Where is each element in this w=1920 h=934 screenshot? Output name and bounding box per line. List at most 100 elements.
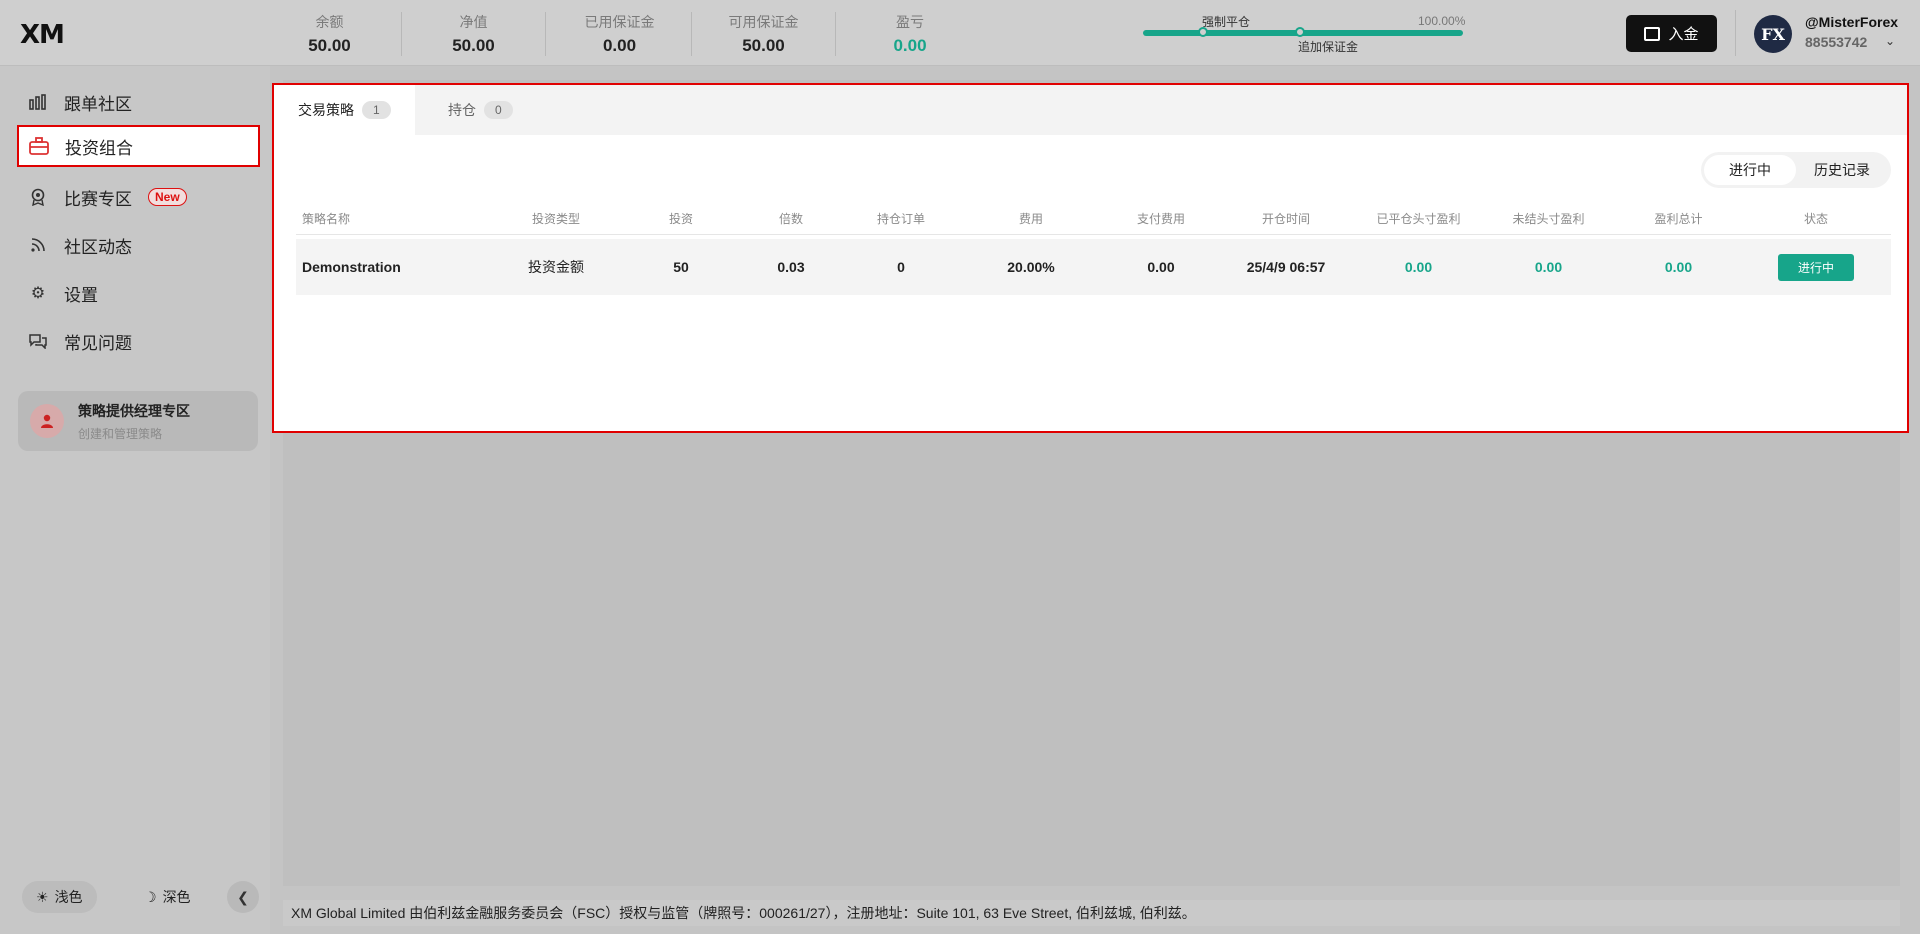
tabs-bar: 交易策略 1 持仓 0 <box>274 85 1907 135</box>
tab-label: 持仓 <box>448 102 476 118</box>
column-header: 状态 <box>1803 212 1828 226</box>
column-header[interactable]: 投资类型 <box>486 210 626 227</box>
stop-out-marker <box>1198 27 1208 37</box>
stat-label: 盈亏 <box>896 14 924 30</box>
bar-chart-icon <box>28 92 48 112</box>
tab-count: 0 <box>484 101 513 119</box>
column-header[interactable]: 未结头寸盈利 <box>1481 210 1616 227</box>
tab-positions[interactable]: 持仓 0 <box>424 85 537 135</box>
regulatory-footer: XM Global Limited 由伯利兹金融服务委员会（FSC）授权与监管（… <box>283 900 1900 926</box>
stat-free-margin: 可用保证金 50.00 <box>692 12 836 56</box>
column-header[interactable]: 盈利总计 <box>1616 210 1741 227</box>
stat-value: 0.00 <box>602 36 637 55</box>
stat-value: 50.00 <box>452 36 495 55</box>
tab-count: 1 <box>362 101 391 119</box>
margin-level-bar <box>1143 27 1463 37</box>
column-header[interactable]: 持仓订单 <box>846 210 956 227</box>
column-header[interactable]: 支付费用 <box>1106 210 1216 227</box>
rss-icon <box>28 235 48 255</box>
open-orders-cell: 0 <box>897 259 905 275</box>
sidebar: 跟单社区 投资组合 比赛专区 New 社区动态 ⚙ 设置 常见问题 策略提供经理… <box>0 66 270 934</box>
sidebar-item-label: 设置 <box>64 285 98 305</box>
column-header[interactable]: 费用 <box>956 210 1106 227</box>
status-badge[interactable]: 进行中 <box>1777 253 1854 281</box>
sidebar-item-label: 常见问题 <box>64 333 132 353</box>
award-icon <box>28 187 48 207</box>
deposit-button[interactable]: 入金 <box>1626 15 1717 52</box>
sidebar-item-label: 投资组合 <box>65 138 133 158</box>
username[interactable]: @MisterForex <box>1805 14 1898 30</box>
open-profit-cell: 0.00 <box>1534 259 1563 275</box>
column-header[interactable]: 已平仓头寸盈利 <box>1356 210 1481 227</box>
stat-used-margin: 已用保证金 0.00 <box>548 12 692 56</box>
status-segment: 进行中 历史记录 <box>1701 152 1891 188</box>
light-theme-button[interactable]: ☀ 浅色 <box>22 881 97 913</box>
stat-label: 可用保证金 <box>728 14 799 30</box>
multiplier-cell: 0.03 <box>777 259 805 275</box>
investment-type-cell: 投资金额 <box>528 259 584 275</box>
investment-cell: 50 <box>673 259 689 275</box>
sidebar-item-settings[interactable]: ⚙ 设置 <box>18 273 260 313</box>
divider <box>1735 10 1736 56</box>
portfolio-panel: 交易策略 1 持仓 0 进行中 历史记录 策略名称 投资类型 投资 倍数 持仓订… <box>272 83 1909 433</box>
stat-value: 50.00 <box>742 36 785 55</box>
chevron-left-icon: ❮ <box>237 888 249 905</box>
margin-call-label: 追加保证金 <box>1298 40 1359 54</box>
briefcase-icon <box>29 136 49 156</box>
stat-pnl: 盈亏 0.00 <box>838 12 982 56</box>
margin-level-percent: 100.00% <box>1418 14 1466 28</box>
stat-label: 余额 <box>315 14 344 30</box>
sidebar-item-label: 比赛专区 <box>64 189 132 209</box>
bulb-off-icon: ☽ <box>144 888 157 905</box>
table-header: 策略名称 投资类型 投资 倍数 持仓订单 费用 支付费用 开仓时间 已平仓头寸盈… <box>296 203 1891 235</box>
stat-label: 净值 <box>459 14 488 30</box>
strategy-manager-card[interactable]: 策略提供经理专区 创建和管理策略 <box>18 391 258 451</box>
status-cell: 进行中 <box>1741 253 1891 281</box>
column-header[interactable]: 投资 <box>626 210 736 227</box>
strategy-name-cell[interactable]: Demonstration <box>296 259 486 275</box>
top-header: XM 余额 50.00 净值 50.00 已用保证金 0.00 可用保证金 50… <box>0 0 1920 66</box>
table-row[interactable]: Demonstration 投资金额 50 0.03 0 20.00% 0.00… <box>296 239 1891 295</box>
new-badge: New <box>148 188 187 206</box>
paid-fee-cell: 0.00 <box>1147 259 1175 275</box>
account-id: 88553742 <box>1805 34 1868 50</box>
sidebar-item-community-feed[interactable]: 社区动态 <box>18 225 260 265</box>
dark-theme-label: 深色 <box>162 889 191 905</box>
stat-label: 已用保证金 <box>584 14 655 30</box>
tab-label: 交易策略 <box>298 102 354 118</box>
manager-card-subtitle: 创建和管理策略 <box>78 426 163 441</box>
xm-logo[interactable]: XM <box>20 20 65 50</box>
tab-strategies[interactable]: 交易策略 1 <box>274 85 415 135</box>
stat-equity: 净值 50.00 <box>402 12 546 56</box>
segment-history-button[interactable]: 历史记录 <box>1796 155 1888 185</box>
closed-profit-cell: 0.00 <box>1404 259 1433 275</box>
bulb-icon: ☀ <box>36 888 49 905</box>
total-profit-cell: 0.00 <box>1664 259 1693 275</box>
sidebar-item-faq[interactable]: 常见问题 <box>18 321 260 361</box>
column-header[interactable]: 策略名称 <box>296 210 486 227</box>
stat-value: 50.00 <box>308 36 351 55</box>
column-header[interactable]: 倍数 <box>736 210 846 227</box>
margin-call-marker <box>1295 27 1305 37</box>
dark-theme-button[interactable]: ☽ 深色 <box>130 881 205 913</box>
stat-balance: 余额 50.00 <box>258 12 402 56</box>
sidebar-item-contests[interactable]: 比赛专区 New <box>18 177 260 217</box>
chat-icon <box>28 331 48 351</box>
manager-card-title: 策略提供经理专区 <box>78 402 190 419</box>
collapse-sidebar-button[interactable]: ❮ <box>227 881 259 913</box>
sidebar-item-portfolio[interactable]: 投资组合 <box>17 125 260 167</box>
manager-icon <box>30 404 64 438</box>
stop-out-label: 强制平仓 <box>1202 15 1251 29</box>
segment-active-button[interactable]: 进行中 <box>1704 155 1796 185</box>
stat-value: 0.00 <box>893 36 927 55</box>
sidebar-item-label: 社区动态 <box>64 237 132 257</box>
wallet-icon <box>1644 26 1661 41</box>
light-theme-label: 浅色 <box>54 889 83 905</box>
chevron-down-icon[interactable]: ⌄ <box>1885 34 1895 48</box>
open-time-cell: 25/4/9 06:57 <box>1246 259 1326 275</box>
sidebar-item-label: 跟单社区 <box>64 94 132 114</box>
avatar[interactable]: FX <box>1754 15 1792 53</box>
column-header[interactable]: 开仓时间 <box>1216 210 1356 227</box>
deposit-label: 入金 <box>1668 26 1699 43</box>
sidebar-item-copy-community[interactable]: 跟单社区 <box>18 82 260 122</box>
